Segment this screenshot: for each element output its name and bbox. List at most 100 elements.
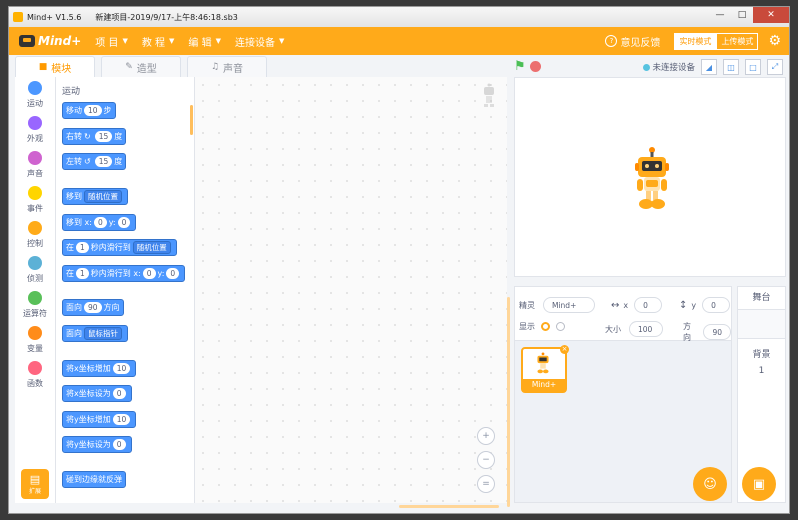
sprite-name-input[interactable]: Mind+ [543, 297, 595, 313]
green-flag-icon[interactable]: ⚑ [514, 59, 526, 74]
block-palette: 运动 移动 10 步 右转 ↻ 15 度 左转 ↺ 15 度 移到 随机位置 移到 x: 0 y: 0 … [56, 77, 195, 503]
stop-icon[interactable] [529, 61, 541, 72]
block-glide-to[interactable]: 在 1 秒内滑行到 随机位置 [62, 239, 177, 256]
extension-icon: ▤ [29, 473, 41, 486]
tab-sounds[interactable]: ♫ 声音 [187, 56, 267, 78]
category-label: 控制 [27, 238, 43, 248]
add-sprite-button[interactable]: ☺ [693, 467, 727, 501]
category-7[interactable]: 变量 [15, 322, 55, 357]
app-icon [13, 12, 23, 22]
upload-mode-button[interactable]: 上传模式 [716, 32, 759, 50]
category-label: 运动 [27, 98, 43, 108]
palette-scrollbar[interactable] [190, 105, 193, 135]
block-move-steps[interactable]: 移动 10 步 [62, 102, 116, 119]
category-2[interactable]: 声音 [15, 147, 55, 182]
robot-logo-icon [19, 35, 35, 47]
category-label: 声音 [27, 168, 43, 178]
fullscreen-icon[interactable]: ⤢ [767, 59, 783, 75]
delete-sprite-icon[interactable]: × [560, 345, 569, 354]
menu-project[interactable]: 项 目 ▼ [95, 34, 128, 49]
direction-input[interactable]: 90 [703, 324, 731, 340]
maximize-icon[interactable]: □ [731, 7, 753, 23]
category-color-icon [28, 255, 42, 270]
live-mode-button[interactable]: 实时模式 [674, 32, 717, 50]
menu-tutorial[interactable]: 教 程 ▼ [142, 34, 175, 49]
connection-status: 未连接设备 [652, 63, 695, 73]
menu-edit[interactable]: 编 辑 ▼ [188, 34, 221, 49]
y-position-input[interactable]: 0 [702, 297, 731, 313]
category-5[interactable]: 侦测 [15, 252, 55, 287]
layout-toggle-icon[interactable]: ◢ [701, 59, 717, 75]
category-4[interactable]: 控制 [15, 217, 55, 252]
category-color-icon [28, 220, 42, 235]
block-change-y[interactable]: 将y坐标增加 10 [62, 411, 137, 428]
mindplus-robot-sprite[interactable] [633, 146, 671, 212]
workspace-horizontal-scrollbar[interactable] [399, 505, 499, 508]
sprite-thumbnail-name: Mind+ [523, 379, 565, 391]
large-stage-icon[interactable]: □ [745, 59, 761, 75]
tab-costumes[interactable]: ✎ 造型 [101, 56, 181, 78]
block-point-towards[interactable]: 面向 鼠标指针 [62, 325, 128, 342]
x-position-input[interactable]: 0 [634, 297, 663, 313]
block-point-direction[interactable]: 面向 90 方向 [62, 299, 124, 316]
brush-icon: ✎ [125, 62, 133, 72]
category-3[interactable]: 事件 [15, 182, 55, 217]
menu-bar: Mind+ 项 目 ▼ 教 程 ▼ 编 辑 ▼ 连接设备 ▼ ? 意见反馈 实时模式 上… [9, 27, 789, 55]
sprite-thumbnail[interactable]: Mind+ × [521, 345, 569, 393]
block-bounce-edge[interactable]: 碰到边缘就反弹 [62, 471, 126, 488]
title-bar: Mind+ V1.5.6 新建项目-2019/9/17-上午8:46:18.sb… [9, 7, 789, 27]
extension-button[interactable]: ▤ 扩展 [21, 469, 49, 499]
cat-icon: ☺ [703, 476, 717, 492]
small-stage-icon[interactable]: ◫ [723, 59, 739, 75]
category-6[interactable]: 运算符 [15, 287, 55, 322]
code-workspace[interactable] [195, 77, 507, 503]
caret-down-icon: ▼ [215, 37, 221, 45]
image-icon: ▣ [752, 476, 766, 492]
block-change-x[interactable]: 将x坐标增加 10 [62, 360, 137, 377]
caret-down-icon: ▼ [122, 37, 128, 45]
category-menu: 运动外观声音事件控制侦测运算符变量函数 ▤ 扩展 [15, 77, 56, 503]
close-icon[interactable]: ✕ [753, 7, 789, 23]
zoom-reset-icon[interactable]: = [477, 475, 495, 493]
category-label: 变量 [27, 343, 43, 353]
backdrop-label: 背景 [752, 350, 771, 360]
menu-connect-device[interactable]: 连接设备 ▼ [235, 34, 284, 49]
category-color-icon [28, 360, 42, 375]
category-1[interactable]: 外观 [15, 112, 55, 147]
show-sprite-icon[interactable] [541, 322, 550, 331]
mindplus-logo: Mind+ [19, 34, 81, 48]
app-title: Mind+ V1.5.6 [27, 12, 82, 22]
backdrop-count: 1 [758, 366, 765, 376]
connection-status-icon [643, 63, 651, 71]
add-backdrop-button[interactable]: ▣ [742, 467, 776, 501]
feedback-button[interactable]: ? 意见反馈 [605, 34, 660, 49]
block-goto-xy[interactable]: 移到 x: 0 y: 0 [62, 214, 137, 231]
blocks-icon: ■ [38, 62, 48, 72]
gear-icon[interactable]: ⚙ [768, 33, 781, 49]
block-goto[interactable]: 移到 随机位置 [62, 188, 128, 205]
block-set-y[interactable]: 将y坐标设为 0 [62, 436, 132, 453]
category-0[interactable]: 运动 [15, 77, 55, 112]
speaker-icon: ♫ [210, 62, 220, 72]
category-color-icon [28, 150, 42, 165]
category-label: 运算符 [23, 308, 47, 318]
tab-code[interactable]: ■ 模块 [15, 56, 95, 78]
category-label: 函数 [27, 378, 43, 388]
project-title: 新建项目-2019/9/17-上午8:46:18.sb3 [95, 12, 238, 22]
zoom-in-icon[interactable]: + [477, 427, 495, 445]
minimize-icon[interactable]: — [709, 7, 731, 23]
block-glide-xy[interactable]: 在 1 秒内滑行到 x: 0 y: 0 [62, 265, 186, 282]
category-color-icon [28, 80, 42, 95]
block-turn-right[interactable]: 右转 ↻ 15 度 [62, 128, 127, 145]
category-label: 事件 [27, 203, 43, 213]
zoom-out-icon[interactable]: − [477, 451, 495, 469]
category-8[interactable]: 函数 [15, 357, 55, 392]
block-set-x[interactable]: 将x坐标设为 0 [62, 385, 132, 402]
rotate-left-icon: ↺ [84, 157, 91, 166]
size-input[interactable]: 100 [629, 321, 663, 337]
hide-sprite-icon[interactable] [556, 322, 565, 331]
stage-canvas[interactable] [514, 77, 786, 277]
block-turn-left[interactable]: 左转 ↺ 15 度 [62, 153, 127, 170]
workspace-vertical-scrollbar[interactable] [507, 297, 510, 507]
stage-panel-title: 舞台 [738, 287, 785, 310]
